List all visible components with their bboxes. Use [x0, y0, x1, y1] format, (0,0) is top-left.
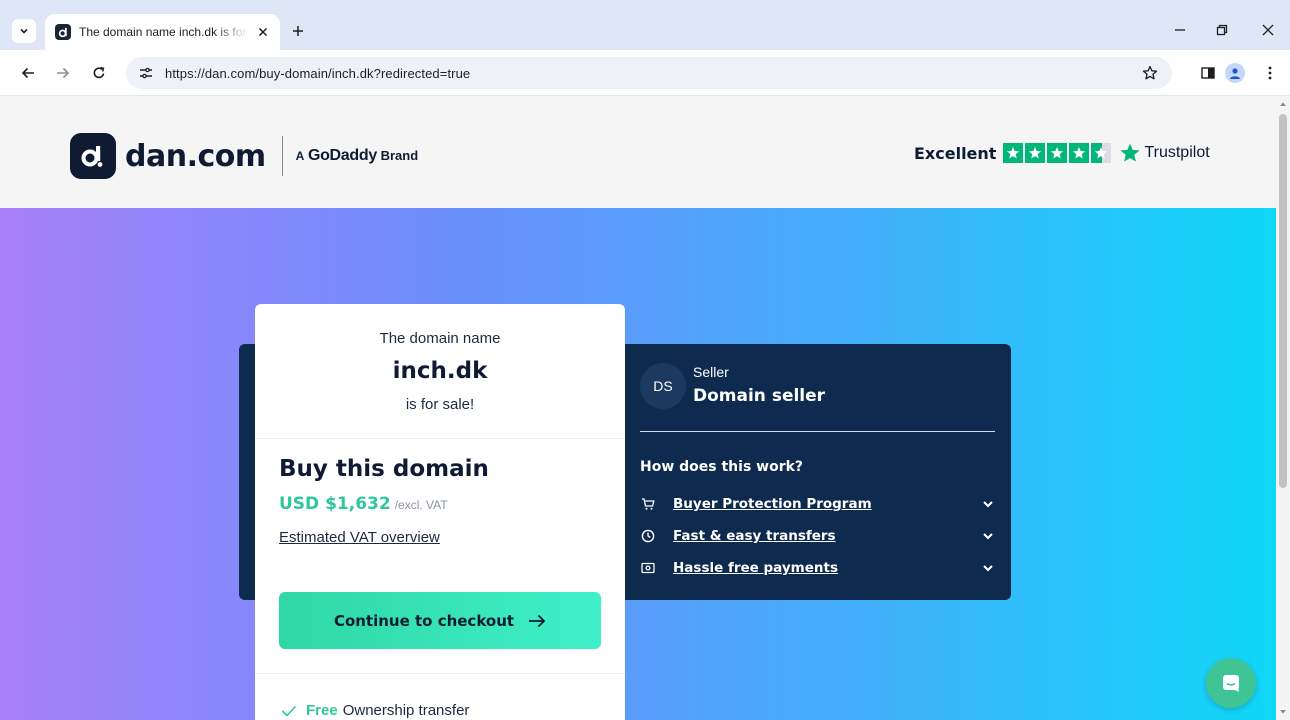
card-divider [255, 673, 625, 674]
back-arrow-icon[interactable] [16, 61, 40, 85]
continue-to-checkout-button[interactable]: Continue to checkout [279, 592, 601, 649]
how-it-works-title: How does this work? [640, 459, 804, 475]
accordion-hassle-free-payments[interactable]: Hassle free payments [640, 557, 995, 579]
tab-search-button[interactable] [12, 19, 36, 43]
new-tab-icon[interactable] [288, 21, 308, 41]
price-row: USD $1,632 /excl. VAT [279, 494, 448, 514]
perk-text: Ownership transfer [342, 702, 470, 719]
godaddy-brand-label: A GoDaddy Brand [296, 147, 419, 165]
arrow-right-icon [528, 614, 546, 628]
scroll-down-icon[interactable] [1279, 708, 1287, 716]
dan-logo[interactable]: dan.com A GoDaddy Brand [70, 133, 418, 179]
chevron-down-icon [981, 561, 995, 575]
url-text: https://dan.com/buy-domain/inch.dk?redir… [165, 65, 471, 81]
godaddy-name: GoDaddy [307, 147, 377, 164]
star-icon [1025, 143, 1046, 163]
chevron-down-icon [981, 497, 995, 511]
accordion-label: Hassle free payments [673, 560, 838, 576]
domain-name: inch.dk [392, 358, 488, 384]
trustpilot-widget[interactable]: Excellent Trustpilot [914, 142, 1210, 164]
bookmark-star-icon[interactable] [1139, 62, 1161, 84]
minimize-icon[interactable] [1168, 18, 1192, 42]
perk-free-label: Free [306, 702, 338, 719]
restore-icon[interactable] [1210, 18, 1234, 42]
seller-divider [640, 431, 995, 432]
close-tab-icon[interactable] [254, 23, 272, 41]
for-sale-text: is for sale! [405, 396, 475, 413]
logo-divider [281, 136, 283, 176]
accordion-fast-transfers[interactable]: Fast & easy transfers [640, 525, 995, 547]
buy-heading: Buy this domain [279, 456, 489, 482]
star-icon [1047, 143, 1068, 163]
clock-icon [640, 528, 656, 544]
vat-overview-link[interactable]: Estimated VAT overview [279, 529, 440, 546]
trustpilot-rating-label: Excellent [914, 143, 997, 163]
checkout-button-label: Continue to checkout [333, 611, 515, 630]
scrollbar-thumb[interactable] [1279, 114, 1287, 488]
domain-intro-text: The domain name [379, 330, 501, 347]
card-divider [255, 438, 625, 439]
godaddy-a: A [295, 149, 305, 163]
trustpilot-stars [1003, 143, 1113, 163]
accordion-buyer-protection[interactable]: Buyer Protection Program [640, 493, 995, 515]
seller-name: Domain seller [693, 386, 826, 406]
cart-icon [640, 496, 656, 512]
logo-text: dan.com [125, 138, 266, 174]
dan-logo-mark-icon [70, 133, 116, 179]
scroll-up-icon[interactable] [1279, 100, 1287, 108]
profile-avatar-icon[interactable] [1223, 61, 1247, 85]
trustpilot-brand: Trustpilot [1119, 142, 1210, 164]
browser-tab[interactable]: The domain name inch.dk is for sale! [45, 14, 280, 50]
star-icon [1003, 143, 1024, 163]
browser-menu-icon[interactable] [1258, 61, 1282, 85]
payment-icon [640, 560, 656, 576]
address-bar[interactable]: https://dan.com/buy-domain/inch.dk?redir… [126, 57, 1172, 89]
site-header: dan.com A GoDaddy Brand Excellent Trustp… [0, 96, 1276, 208]
close-window-icon[interactable] [1256, 18, 1280, 42]
trustpilot-name: Trustpilot [1144, 144, 1210, 161]
godaddy-brand-word: Brand [380, 148, 419, 163]
trustpilot-star-icon [1120, 143, 1141, 162]
checkmark-icon [281, 705, 297, 717]
reload-icon[interactable] [87, 61, 111, 85]
half-star-icon [1091, 143, 1112, 163]
browser-toolbar: https://dan.com/buy-domain/inch.dk?redir… [0, 50, 1290, 96]
page-scrollbar[interactable] [1276, 96, 1290, 720]
forward-arrow-icon[interactable] [51, 61, 75, 85]
chevron-down-icon [981, 529, 995, 543]
price-value: USD $1,632 [279, 494, 391, 514]
live-chat-button[interactable] [1206, 658, 1256, 708]
chevron-down-icon [20, 28, 28, 34]
price-vat-note: /excl. VAT [394, 498, 448, 512]
domain-sale-card: The domain name inch.dk is for sale! Buy… [255, 304, 625, 720]
site-settings-icon[interactable] [135, 62, 157, 84]
chat-icon [1223, 675, 1239, 692]
star-icon [1069, 143, 1090, 163]
browser-tab-bar: The domain name inch.dk is for sale! [0, 0, 1290, 50]
accordion-label: Buyer Protection Program [673, 496, 872, 512]
seller-avatar: DS [640, 363, 686, 409]
page-viewport: dan.com A GoDaddy Brand Excellent Trustp… [0, 96, 1276, 720]
side-panel-icon[interactable] [1196, 61, 1220, 85]
seller-label: Seller [693, 364, 729, 380]
accordion-label: Fast & easy transfers [673, 528, 836, 544]
perk-ownership-transfer: Free Ownership transfer [281, 702, 469, 719]
dan-favicon-icon [55, 24, 71, 40]
tab-title: The domain name inch.dk is for sale! [79, 25, 248, 39]
